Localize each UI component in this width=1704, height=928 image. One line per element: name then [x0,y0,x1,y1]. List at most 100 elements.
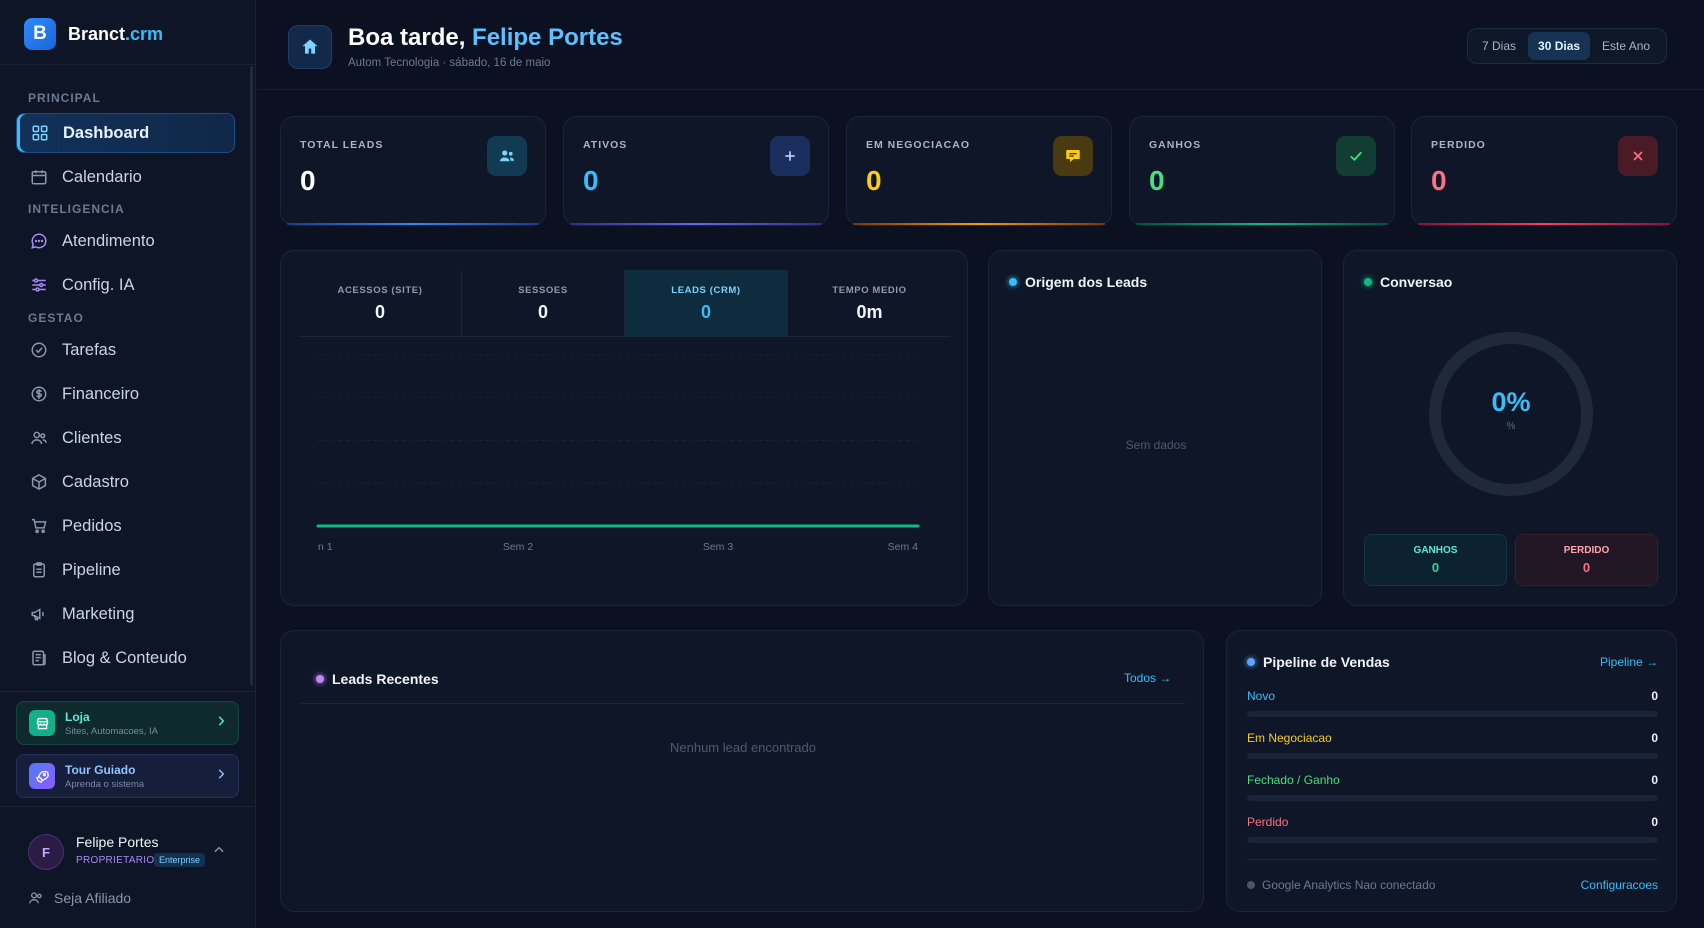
kpi-value: 0 [1431,165,1447,196]
affiliate-link[interactable]: Seja Afiliado [28,890,131,906]
tour-title: Tour Guiado [65,762,136,777]
stage-value: 0 [1651,815,1658,829]
sidebar-scrollbar[interactable] [250,66,253,686]
metrics-panel: ACESSOS (SITE) 0 SESSOES 0 LEADS (CRM) 0… [280,250,968,606]
sidebar-item-label: Pipeline [62,560,121,579]
sidebar-item-financeiro[interactable]: Financeiro [16,374,235,414]
sidebar-item-clientes[interactable]: Clientes [16,418,235,458]
kpi-total-leads[interactable]: TOTAL LEADS 0 [280,116,546,226]
sidebar-item-label: Dashboard [63,123,150,142]
avatar[interactable]: F [28,834,64,870]
sidebar-item-dashboard[interactable]: Dashboard [16,113,235,153]
plan-badge: Enterprise [154,853,206,867]
conversao-panel: Conversao 0% % GANHOS 0 PERDIDO 0 [1343,250,1677,606]
sidebar-item-label: Marketing [62,604,135,623]
kpi-ganhos[interactable]: GANHOS 0 [1129,116,1395,226]
pipeline-stage-novo[interactable]: Novo 0 [1247,689,1658,717]
sidebar-item-pipeline[interactable]: Pipeline [16,550,235,590]
user-role: PROPRIETARIO [76,855,155,866]
stage-value: 0 [1651,689,1658,703]
sidebar-item-label: Financeiro [62,384,140,403]
kpi-em-negociacao[interactable]: EM NEGOCIACAO 0 [846,116,1112,226]
empty-state: Nenhum lead encontrado [670,740,816,755]
sidebar-item-blog[interactable]: Blog & Conteudo [16,638,235,678]
pipeline-panel: Pipeline de Vendas Pipeline → Novo 0 Em … [1226,630,1677,912]
loja-card[interactable]: Loja Sites, Automacoes, IA [16,701,239,745]
sidebar-item-pedidos[interactable]: Pedidos [16,506,235,546]
stage-name: Perdido [1247,815,1289,829]
brand-name: Branct.crm [68,23,164,44]
perdido-box: PERDIDO 0 [1515,534,1658,586]
pipeline-stage-perdido[interactable]: Perdido 0 [1247,815,1658,843]
sidebar-item-calendario[interactable]: Calendario [16,157,235,197]
configuracoes-link[interactable]: Configuracoes [1581,878,1658,892]
sidebar-item-tarefas[interactable]: Tarefas [16,330,235,370]
divider [0,806,256,807]
sidebar-item-config-ia[interactable]: Config. IA [16,265,235,305]
pipeline-title: Pipeline de Vendas [1247,654,1390,670]
section-label-gestao: GESTAO [28,311,84,325]
page-title: Boa tarde, Felipe Portes [348,24,623,51]
kpi-label: PERDIDO [1431,139,1486,151]
kpi-value: 0 [866,165,882,196]
conversion-gauge: 0% % [1426,329,1596,499]
sidebar: B Branct.crm PRINCIPAL Dashboard Calenda… [0,0,256,928]
pipeline-stage-em-negociacao[interactable]: Em Negociacao 0 [1247,731,1658,759]
sidebar-item-label: Atendimento [62,231,155,250]
sidebar-item-marketing[interactable]: Marketing [16,594,235,634]
loja-title: Loja [65,709,90,724]
date-range-selector: 7 Dias 30 Dias Este Ano [1467,28,1667,64]
empty-state: Sem dados [1125,438,1187,452]
chevron-right-icon [218,716,225,726]
ganhos-box: GANHOS 0 [1364,534,1507,586]
kpi-ativos[interactable]: ATIVOS 0 [563,116,829,226]
home-icon [302,39,318,54]
conversion-unit: % [1506,421,1516,432]
kpi-accent-bar [570,223,822,225]
range-este-ano[interactable]: Este Ano [1592,32,1660,60]
pipeline-link[interactable]: Pipeline → [1600,655,1658,669]
calendar-icon [31,170,47,185]
brand[interactable]: B Branct.crm [24,18,163,50]
ganhos-label: GANHOS [1413,545,1458,556]
box-icon [31,474,47,490]
range-30-dias[interactable]: 30 Dias [1528,32,1591,60]
kpi-perdido[interactable]: PERDIDO 0 [1411,116,1677,226]
leads-line-chart: n 1 Sem 2 Sem 3 Sem 4 [316,354,920,553]
sidebar-item-label: Calendario [62,167,142,186]
origem-panel: Origem dos Leads Sem dados [988,250,1322,606]
kpi-value: 0 [300,165,316,196]
sidebar-item-atendimento[interactable]: Atendimento [16,221,235,261]
page-subtitle: Autom Tecnologia · sábado, 16 de maio [348,57,551,69]
stage-name: Em Negociacao [1247,731,1332,745]
kpi-accent-bar [287,223,539,225]
pipeline-stage-fechado-ganho[interactable]: Fechado / Ganho 0 [1247,773,1658,801]
x-tick-label: n 1 [318,541,333,553]
range-7-dias[interactable]: 7 Dias [1472,32,1526,60]
status-dot [316,675,324,683]
status-dot [1247,881,1255,889]
clipboard-icon [33,562,45,578]
sidebar-item-cadastro[interactable]: Cadastro [16,462,235,502]
section-label-inteligencia: INTELIGENCIA [28,202,125,216]
todos-link[interactable]: Todos → [1124,671,1171,685]
chevron-up-icon[interactable] [212,843,226,857]
x-tick-label: Sem 2 [503,541,534,553]
analytics-status: Google Analytics Nao conectado [1247,878,1435,892]
divider [1247,859,1658,860]
stage-progress-track [1247,795,1658,801]
perdido-label: PERDIDO [1563,545,1610,556]
analytics-status-text: Google Analytics Nao conectado [1262,878,1436,892]
kpi-accent-bar [853,223,1105,225]
plus-icon [770,136,810,176]
x-tick-label: Sem 3 [703,541,734,553]
conversion-value: 0% [1491,387,1531,417]
sidebar-item-label: Blog & Conteudo [62,648,187,667]
tour-guiado-card[interactable]: Tour Guiado Aprenda o sistema [16,754,239,798]
dollar-icon [31,386,47,402]
leads-recentes-panel: Leads Recentes Todos → Nenhum lead encon… [280,630,1204,912]
kpi-label: GANHOS [1149,139,1202,151]
status-dot [1364,278,1372,286]
home-button[interactable] [288,25,332,69]
status-dot [1009,278,1017,286]
